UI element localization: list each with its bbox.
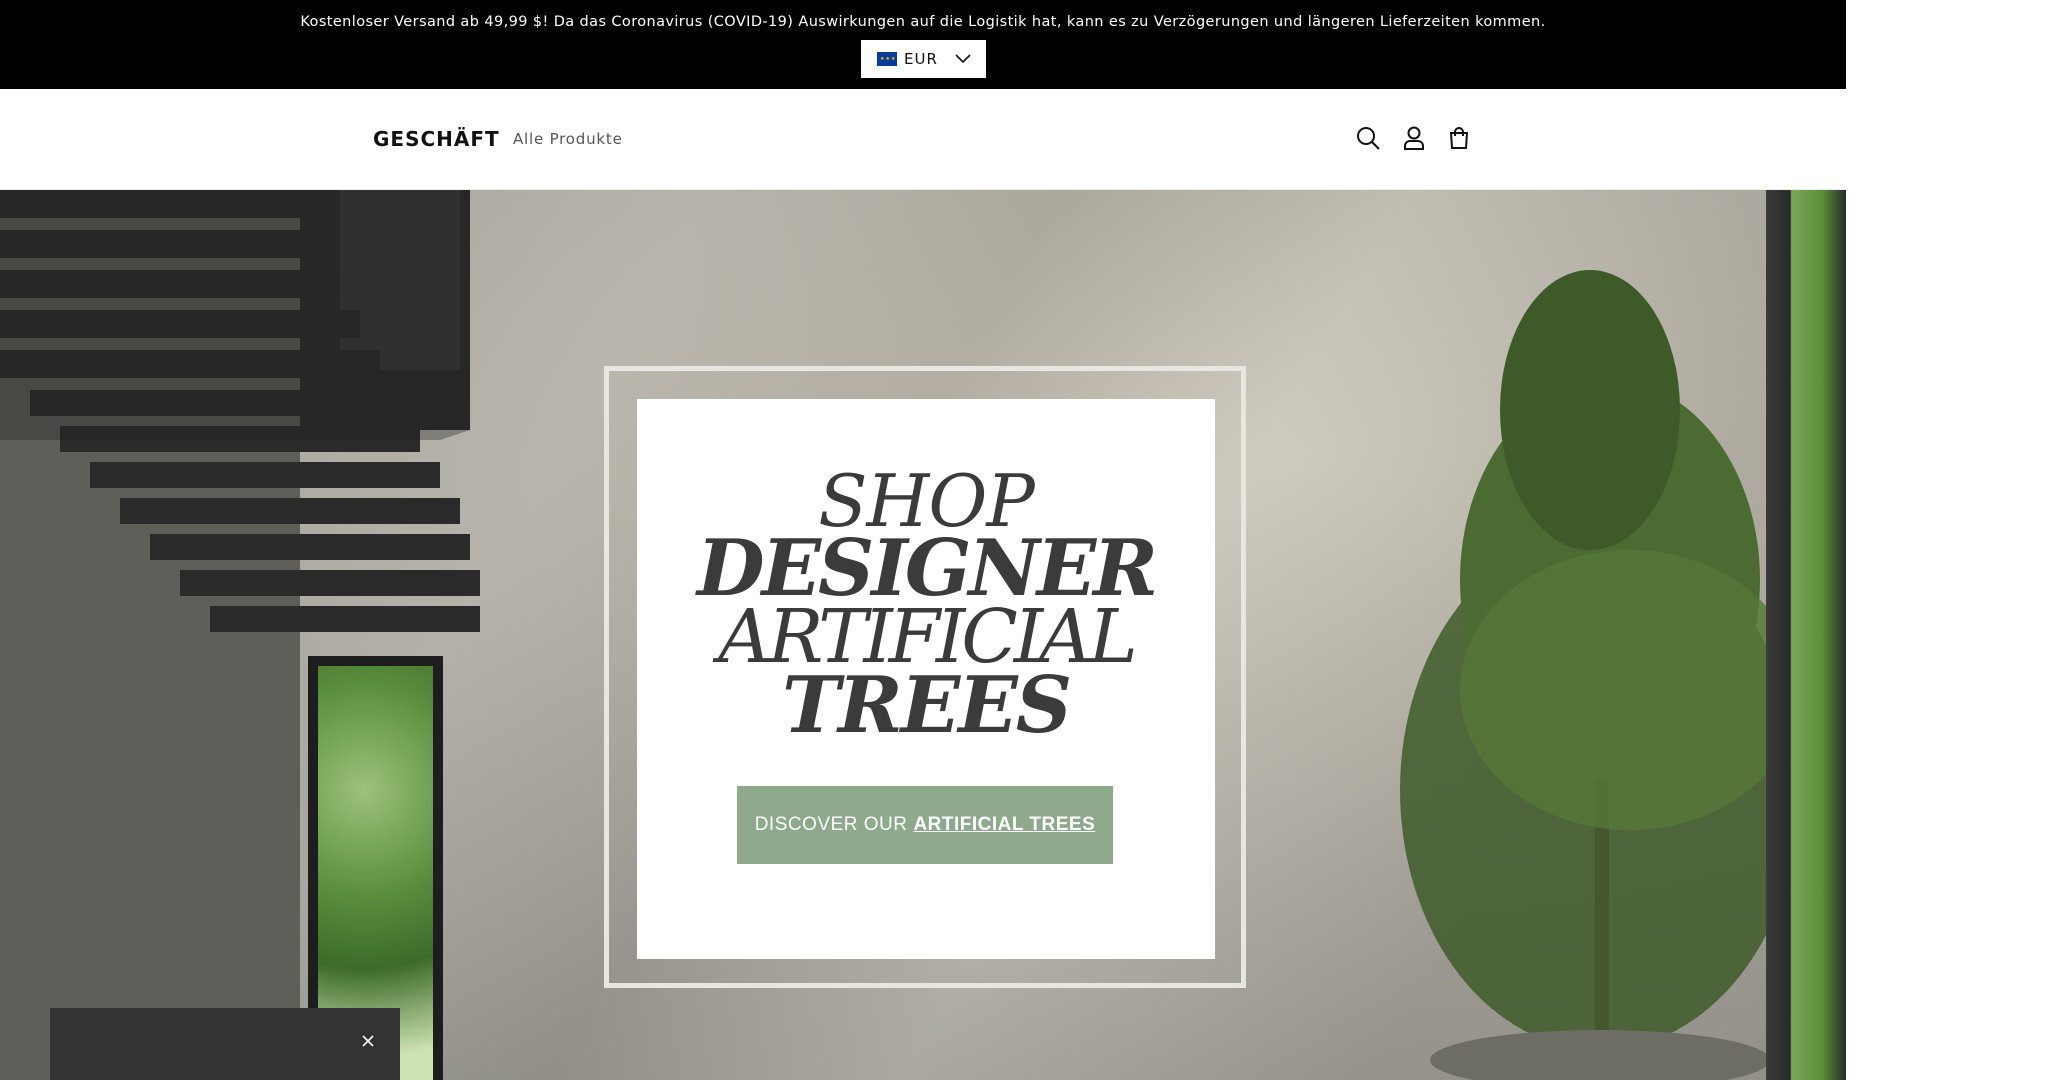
cta-prefix: DISCOVER OUR: [754, 814, 908, 835]
hero-title-line: TREES: [781, 659, 1072, 751]
site-header: GESCHÄFT Alle Produkte: [0, 89, 1846, 190]
cta-strong: ARTIFICIAL TREES: [913, 814, 1096, 835]
announcement-text: Kostenloser Versand ab 49,99 $! Da das C…: [300, 14, 1546, 30]
chevron-down-icon: [955, 54, 971, 64]
nav-all-products[interactable]: Alle Produkte: [513, 130, 623, 148]
eu-flag-icon: [877, 52, 897, 66]
announcement-bar: Kostenloser Versand ab 49,99 $! Da das C…: [0, 0, 1846, 89]
store-logo[interactable]: GESCHÄFT: [373, 127, 500, 151]
hero-title: SHOP DESIGNER ARTIFICIAL TREES: [637, 465, 1215, 751]
hero-card: SHOP DESIGNER ARTIFICIAL TREES DISCOVER …: [637, 399, 1215, 959]
account-icon: [1404, 126, 1424, 150]
search-button[interactable]: [1353, 123, 1383, 153]
search-icon: [1357, 127, 1380, 150]
page: Kostenloser Versand ab 49,99 $! Da das C…: [0, 0, 1846, 1080]
cart-button[interactable]: [1444, 123, 1474, 153]
artificial-tree-image: [1400, 270, 1800, 1080]
hero-banner: SHOP DESIGNER ARTIFICIAL TREES DISCOVER …: [0, 190, 1846, 1080]
popup-close-button[interactable]: [353, 1026, 383, 1056]
currency-code: EUR: [904, 50, 938, 68]
window-frame-right: [1766, 190, 1846, 1080]
cart-icon: [1449, 127, 1469, 149]
discover-trees-button[interactable]: DISCOVER OUR ARTIFICIAL TREES: [737, 786, 1113, 864]
close-icon: [362, 1035, 374, 1047]
notification-popup: [50, 1008, 400, 1080]
account-button[interactable]: [1399, 123, 1429, 153]
currency-selector[interactable]: EUR: [861, 40, 986, 78]
